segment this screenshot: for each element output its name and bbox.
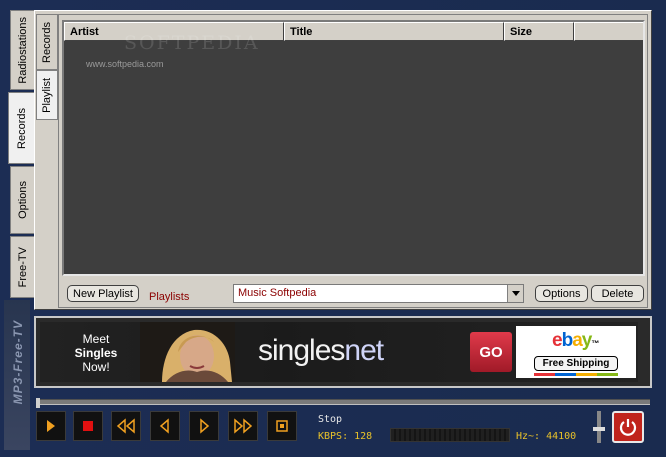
tab-free-tv[interactable]: Free-TV — [10, 236, 34, 298]
ad-brand-part: net — [344, 334, 384, 367]
watermark-url: www.softpedia.com — [86, 59, 164, 69]
ad-banner[interactable]: Meet Singles Now! singlesnet GO ebay™ Fr… — [34, 316, 652, 388]
ebay-letter: a — [572, 330, 583, 351]
next-button[interactable] — [189, 411, 219, 441]
options-button[interactable]: Options — [535, 285, 588, 302]
fast-forward-button[interactable] — [228, 411, 258, 441]
rewind-button[interactable] — [111, 411, 141, 441]
playlist-select[interactable]: Music Softpedia — [233, 284, 524, 303]
column-header-title[interactable]: Title — [284, 22, 504, 41]
ad-photo — [140, 322, 235, 382]
ad-banner-inner: Meet Singles Now! singlesnet GO ebay™ Fr… — [40, 322, 638, 382]
play-icon — [47, 420, 55, 432]
previous-icon — [159, 418, 169, 434]
tab-records-inner-label: Records — [41, 21, 53, 63]
side-logo: MP3-Free-TV — [11, 320, 25, 405]
fast-forward-icon — [234, 418, 253, 434]
app-window: Radiostations Records Options Free-TV Re… — [0, 0, 666, 457]
volume-thumb[interactable] — [593, 427, 605, 431]
tab-radiostations[interactable]: Radiostations — [10, 10, 34, 90]
ebay-logo: ebay™ — [552, 330, 599, 352]
ad-brand-part: singles — [258, 334, 345, 367]
ebay-letter: y — [581, 330, 593, 351]
inner-tab-strip: Records Playlist — [36, 14, 58, 124]
level-meter — [390, 428, 510, 442]
record-button[interactable] — [267, 411, 297, 441]
tab-playlist[interactable]: Playlist — [36, 70, 58, 120]
ebay-color-strip — [534, 373, 618, 376]
player-state: Stop — [318, 414, 343, 425]
tab-records-inner[interactable]: Records — [36, 14, 58, 70]
ebay-trademark: ™ — [591, 339, 599, 348]
power-button[interactable] — [612, 411, 644, 443]
tab-playlist-label: Playlist — [41, 77, 53, 113]
ad-brand: singlesnet — [258, 334, 384, 368]
ad-meet-line: Now! — [82, 360, 110, 374]
previous-button[interactable] — [150, 411, 180, 441]
free-shipping-badge: Free Shipping — [534, 356, 618, 371]
seek-thumb[interactable] — [36, 398, 40, 408]
ad-go-label: GO — [479, 343, 503, 361]
power-icon — [619, 419, 637, 436]
ad-meet-text: Meet Singles Now! — [66, 332, 126, 374]
stop-button[interactable] — [73, 411, 103, 441]
volume-slider[interactable] — [593, 411, 605, 443]
tab-options[interactable]: Options — [10, 166, 34, 234]
ebay-letter: e — [552, 330, 563, 351]
playlist-table[interactable]: Artist Title Size SOFTPEDIA www.softpedi… — [62, 20, 645, 276]
record-square-icon — [276, 420, 288, 432]
playlists-label: Playlists — [149, 291, 190, 303]
ebay-letter: b — [561, 330, 574, 351]
tab-records-label: Records — [15, 107, 28, 149]
new-playlist-button[interactable]: New Playlist — [67, 285, 139, 302]
kbps-readout: KBPS: 128 — [318, 431, 373, 442]
tab-radiostations-label: Radiostations — [16, 16, 29, 84]
left-tab-strip: Radiostations Records Options Free-TV — [8, 10, 34, 300]
ad-meet-line: Singles — [74, 346, 118, 360]
playlist-select-value: Music Softpedia — [238, 287, 317, 299]
ebay-ad[interactable]: ebay™ Free Shipping — [516, 326, 636, 378]
column-header-filler — [574, 22, 643, 41]
free-shipping-label: Free Shipping — [542, 358, 610, 369]
seek-bar[interactable] — [36, 398, 650, 408]
tab-records[interactable]: Records — [8, 92, 34, 164]
delete-button[interactable]: Delete — [591, 285, 644, 302]
column-header-size[interactable]: Size — [504, 22, 574, 41]
side-logo-strip: MP3-Free-TV — [4, 300, 30, 450]
stop-icon — [83, 421, 93, 431]
watermark-logo: SOFTPEDIA — [124, 32, 260, 54]
next-icon — [200, 418, 210, 434]
play-button[interactable] — [36, 411, 66, 441]
tab-free-tv-label: Free-TV — [16, 246, 29, 288]
tab-options-label: Options — [16, 181, 29, 219]
rewind-icon — [116, 418, 135, 434]
ad-meet-line: Meet — [82, 332, 110, 346]
ad-go-button[interactable]: GO — [470, 332, 512, 372]
chevron-down-icon[interactable] — [507, 285, 523, 302]
hz-readout: Hz~: 44100 — [516, 431, 577, 442]
